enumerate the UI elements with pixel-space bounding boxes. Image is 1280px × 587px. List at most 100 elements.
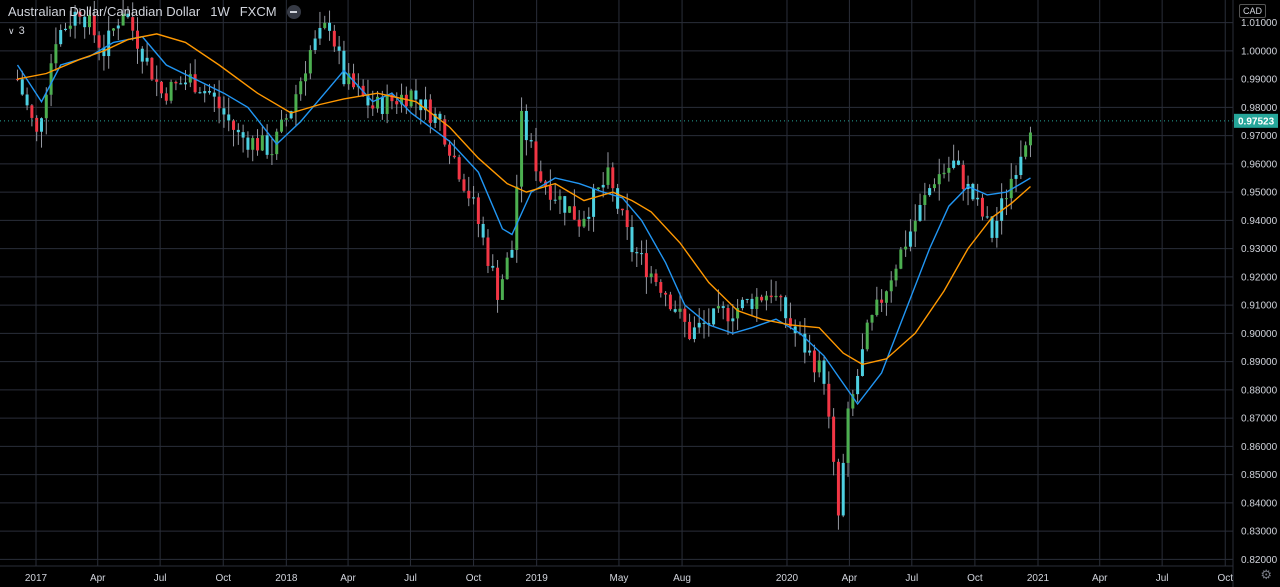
candle-body: [668, 294, 672, 310]
candle-body: [491, 265, 495, 268]
candle-body: [457, 157, 461, 180]
candle-body: [601, 184, 605, 188]
candle-body: [395, 101, 399, 105]
candle-body: [712, 308, 716, 325]
candle-body: [846, 408, 850, 463]
candle-body: [841, 462, 845, 516]
candle-body: [462, 179, 466, 191]
candle-body: [414, 90, 418, 100]
candle-body: [520, 110, 524, 187]
candle-body: [808, 350, 812, 353]
candle-body: [649, 273, 653, 278]
candle-body: [510, 249, 514, 258]
candle-body: [505, 257, 509, 280]
candle-body: [702, 322, 706, 324]
candle-body: [155, 79, 159, 82]
candle-body: [486, 237, 490, 266]
candle-body: [1024, 145, 1028, 157]
candle-body: [500, 279, 504, 300]
time-tick-label: Oct: [215, 573, 231, 584]
candle-body: [678, 308, 682, 312]
candle-body: [827, 383, 831, 417]
candle-body: [870, 314, 874, 323]
candle-body: [54, 44, 58, 64]
candle-body: [270, 154, 274, 156]
candle-body: [947, 167, 951, 173]
price-tick-label: 1.01000: [1241, 18, 1278, 29]
candle-body: [35, 117, 39, 132]
currency-badge[interactable]: CAD: [1238, 4, 1266, 18]
candle-body: [750, 298, 754, 309]
price-chart[interactable]: 0.82000 0.83000 0.84000 0.85000 0.86000 0.870…: [0, 0, 1280, 587]
candle-body: [1004, 198, 1008, 200]
candle-body: [25, 94, 29, 106]
candle-body: [184, 82, 188, 85]
candle-body: [952, 160, 956, 168]
interval-label[interactable]: 1W: [210, 4, 230, 19]
candle-body: [913, 220, 917, 232]
candle-body: [635, 252, 639, 254]
candle-body: [280, 119, 284, 132]
candle-body: [193, 74, 197, 93]
indicator-count: 3: [18, 25, 25, 37]
time-tick-label: Jul: [154, 573, 167, 584]
candle-body: [548, 185, 552, 200]
candle-body: [956, 160, 960, 165]
price-tick-label: 1.00000: [1241, 46, 1278, 57]
candle-body: [284, 118, 288, 120]
candle-body: [596, 187, 600, 190]
candle-body: [995, 220, 999, 238]
time-tick-label: Oct: [466, 573, 482, 584]
time-tick-label: Apr: [340, 573, 356, 584]
candle-body: [222, 108, 226, 115]
candle-body: [217, 96, 221, 109]
time-tick-label: 2017: [25, 573, 48, 584]
candle-body: [188, 74, 192, 83]
price-tick-label: 0.91000: [1241, 301, 1278, 312]
candle-body: [654, 273, 658, 283]
candle-body: [476, 197, 480, 224]
candle-body: [769, 295, 773, 298]
price-tick-label: 0.87000: [1241, 414, 1278, 425]
indicator-toggle[interactable]: ∨ 3: [8, 25, 25, 37]
candle-body: [160, 81, 164, 94]
candle-body: [894, 268, 898, 281]
price-tick-label: 0.84000: [1241, 498, 1278, 509]
candle-body: [179, 83, 183, 85]
candle-body: [884, 291, 888, 303]
candle-body: [937, 174, 941, 185]
chart-header: Australian Dollar/Canadian Dollar 1W FXC…: [8, 4, 301, 19]
candle-body: [111, 28, 115, 31]
time-tick-label: 2020: [776, 573, 799, 584]
candle-body: [107, 30, 111, 57]
candle-body: [313, 38, 317, 51]
candle-body: [342, 50, 346, 85]
candle-body: [659, 282, 663, 293]
symbol-title[interactable]: Australian Dollar/Canadian Dollar: [8, 4, 200, 19]
candle-body: [880, 299, 884, 303]
price-tick-label: 0.97000: [1241, 131, 1278, 142]
price-tick-label: 0.94000: [1241, 216, 1278, 227]
candle-body: [664, 292, 668, 295]
chevron-down-icon[interactable]: ∨: [8, 26, 15, 37]
candle-body: [371, 105, 375, 109]
minus-icon[interactable]: [286, 4, 301, 19]
candle-body: [592, 189, 596, 217]
candle-body: [692, 327, 696, 340]
candle-body: [620, 208, 624, 211]
candle-body: [889, 280, 893, 292]
candle-body: [928, 188, 932, 196]
candle-body: [256, 138, 260, 151]
candle-body: [227, 114, 231, 121]
candle-body: [976, 197, 980, 200]
candle-body: [49, 63, 53, 95]
gear-icon[interactable]: ⚙: [1260, 567, 1272, 583]
candle-body: [985, 216, 989, 218]
time-tick-label: 2021: [1027, 573, 1050, 584]
candle-body: [380, 96, 384, 114]
candle-body: [942, 172, 946, 175]
candle-body: [563, 196, 567, 213]
candle-body: [1019, 156, 1023, 176]
candle-body: [323, 22, 327, 28]
time-tick-label: Aug: [673, 573, 691, 584]
